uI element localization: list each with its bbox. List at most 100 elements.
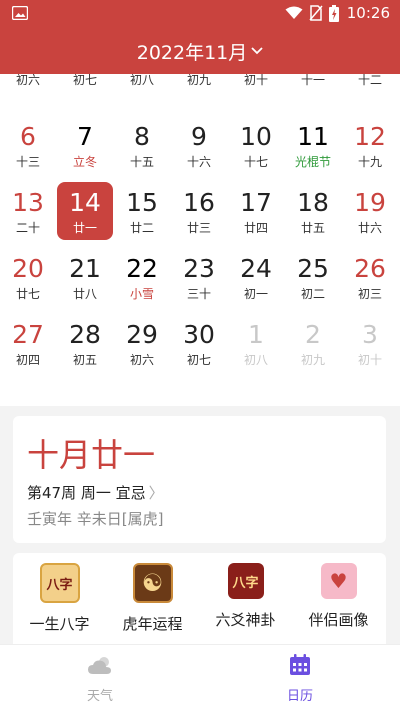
lunar-label: 廿四: [243, 221, 268, 235]
lunar-label: 立冬: [72, 155, 97, 169]
calendar-day[interactable]: 21 廿八: [57, 248, 113, 306]
no-sim-icon: [309, 5, 323, 21]
day-info-card[interactable]: 十月廿一 第47周 周一 宜忌〉 壬寅年 辛未日[属虎]: [13, 416, 386, 543]
day-number: 19: [354, 188, 386, 217]
calendar-day[interactable]: 26 初三: [342, 248, 398, 306]
day-number: 25: [297, 254, 329, 283]
calendar-day[interactable]: 1初八: [114, 74, 170, 92]
tool-bazi[interactable]: 八字 一生八字: [13, 563, 106, 634]
lunar-label: 初二: [300, 287, 325, 301]
calendar-week-row: 27 初四 28 初五 29 初六 30 初七 1 初八 2 初九 3 初十: [0, 314, 400, 380]
lunar-label: 十二: [357, 74, 382, 87]
day-number: 24: [240, 254, 272, 283]
calendar-day[interactable]: 15 廿二: [114, 182, 170, 240]
lunar-label: 十三: [15, 155, 40, 169]
calendar-day[interactable]: 2初九: [171, 74, 227, 92]
lunar-label: 初十: [243, 74, 268, 87]
lunar-label: 初六: [129, 353, 154, 367]
calendar-day[interactable]: 10 十七: [228, 116, 284, 174]
yin-yang-icon: ☯: [132, 563, 173, 603]
calendar-day[interactable]: 27 初四: [0, 314, 56, 372]
tab-label: 天气: [86, 689, 113, 704]
lunar-label: 初八: [129, 74, 154, 87]
tool-partner-portrait[interactable]: ♥ 伴侣画像: [292, 563, 385, 630]
lunar-label: 小雪: [129, 287, 154, 301]
calendar-day[interactable]: 7 立冬: [57, 116, 113, 174]
calendar-day[interactable]: 5十二: [342, 74, 398, 92]
month-picker[interactable]: 2022年11月: [0, 28, 400, 74]
calendar-day[interactable]: 4十一: [285, 74, 341, 92]
calendar-day[interactable]: 23 三十: [171, 248, 227, 306]
calendar-day[interactable]: 13 二十: [0, 182, 56, 240]
day-number: 7: [77, 122, 93, 151]
calendar-day[interactable]: 30初六: [0, 74, 56, 92]
calendar-day[interactable]: 6 十三: [0, 116, 56, 174]
calendar-day[interactable]: 25 初二: [285, 248, 341, 306]
day-number: 13: [12, 188, 44, 217]
calendar-day[interactable]: 12 十九: [342, 116, 398, 174]
lunar-label: 廿一: [72, 221, 97, 235]
month-title: 2022年11月: [136, 41, 248, 64]
weather-cloud-icon: [88, 657, 111, 674]
lunar-label: 二十: [15, 221, 40, 235]
calendar-day[interactable]: 18 廿五: [285, 182, 341, 240]
calendar-day[interactable]: 31初七: [57, 74, 113, 92]
tab-calendar[interactable]: 日历: [200, 653, 400, 704]
lunar-label: 初九: [186, 74, 211, 87]
lunar-label: 初八: [243, 353, 268, 367]
calendar-grid: 30初六31初七1初八2初九3初十4十一5十二6十三7立冬8十五9十六10十七1…: [0, 74, 400, 406]
ganzhi-info: 壬寅年 辛未日[属虎]: [27, 510, 164, 528]
lunar-label: 十九: [357, 155, 382, 169]
day-number: 21: [69, 254, 101, 283]
tool-tiger-fortune[interactable]: ☯ 虎年运程: [106, 563, 199, 634]
chevron-right-icon: 〉: [148, 484, 164, 502]
lunar-label: 十五: [129, 155, 154, 169]
wifi-icon: [285, 6, 303, 19]
calendar-week-row: 13 二十 14 廿一 15 廿二 16 廿三 17 廿四 18 廿五 19 廿六: [0, 182, 400, 248]
calendar-day[interactable]: 17 廿四: [228, 182, 284, 240]
day-number: 27: [12, 320, 44, 349]
lunar-label: 初五: [72, 353, 97, 367]
calendar-week-row: 6 十三 7 立冬 8 十五 9 十六 10 十七 11 光棍节 12 十九: [0, 116, 400, 182]
calendar-day[interactable]: 16 廿三: [171, 182, 227, 240]
tool-label: 六爻神卦: [215, 611, 276, 629]
calendar-week-row: 30初六31初七1初八2初九3初十4十一5十二: [0, 74, 400, 100]
tool-liuyao[interactable]: 八字 六爻神卦: [199, 563, 292, 630]
tool-label: 虎年运程: [122, 615, 183, 633]
day-number: 8: [134, 122, 150, 151]
calendar-day[interactable]: 9 十六: [171, 116, 227, 174]
day-number: 17: [240, 188, 272, 217]
battery-charging-icon: [328, 4, 339, 22]
calendar-day[interactable]: 29 初六: [114, 314, 170, 372]
day-number: 22: [126, 254, 158, 283]
calendar-icon: [290, 654, 310, 675]
calendar-day[interactable]: 8 十五: [114, 116, 170, 174]
chevron-down-icon: [251, 47, 263, 55]
bazi-icon: 八字: [39, 563, 80, 603]
tab-weather[interactable]: 天气: [0, 653, 200, 704]
lunar-label: 光棍节: [294, 155, 331, 169]
almanac-link[interactable]: 第47周 周一 宜忌〉: [27, 482, 164, 503]
status-icons: 10:26: [285, 4, 390, 22]
calendar-day[interactable]: 2初九: [285, 314, 341, 372]
bottom-tab-bar: 天气 日历: [0, 644, 400, 712]
day-number: 15: [126, 188, 158, 217]
calendar-day[interactable]: 1初八: [228, 314, 284, 372]
image-notification-icon: [12, 6, 28, 20]
lunar-label: 十一: [300, 74, 325, 87]
calendar-day[interactable]: 24 初一: [228, 248, 284, 306]
calendar-day[interactable]: 20 廿七: [0, 248, 56, 306]
calendar-day[interactable]: 19 廿六: [342, 182, 398, 240]
day-number: 12: [354, 122, 386, 151]
calendar-day[interactable]: 3初十: [342, 314, 398, 372]
calendar-day[interactable]: 28 初五: [57, 314, 113, 372]
calendar-day-selected[interactable]: 14 廿一: [57, 182, 113, 240]
lunar-label: 初三: [357, 287, 382, 301]
calendar-day[interactable]: 11 光棍节: [285, 116, 341, 174]
day-number: 6: [20, 122, 36, 151]
calendar-day[interactable]: 3初十: [228, 74, 284, 92]
lunar-label: 廿八: [72, 287, 97, 301]
calendar-day[interactable]: 30 初七: [171, 314, 227, 372]
calendar-day[interactable]: 22 小雪: [114, 248, 170, 306]
day-number: 30: [183, 320, 215, 349]
